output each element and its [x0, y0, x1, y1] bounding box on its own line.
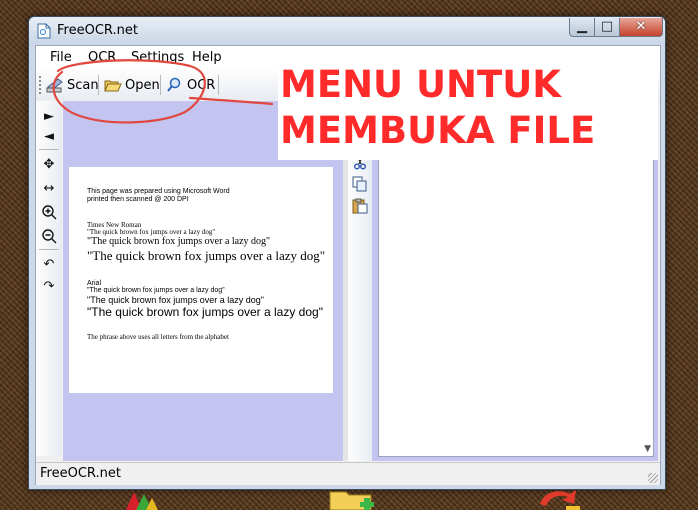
- open-label: Open: [125, 77, 160, 93]
- move-icon[interactable]: ✥: [40, 155, 58, 173]
- resize-grip[interactable]: [648, 473, 658, 483]
- close-icon: ✕: [635, 19, 647, 34]
- menu-file[interactable]: File: [50, 50, 72, 65]
- annotation-line-2: MEMBUKA FILE: [280, 109, 596, 152]
- paste-icon[interactable]: [351, 197, 369, 215]
- doc-line: This page was prepared using Microsoft W…: [87, 188, 230, 195]
- fit-width-icon[interactable]: ↔: [40, 179, 58, 197]
- doc-line: "The quick brown fox jumps over a lazy d…: [87, 305, 323, 319]
- doc-line: "The quick brown fox jumps over a lazy d…: [87, 228, 216, 236]
- open-button[interactable]: Open: [104, 75, 160, 95]
- arrow-right-icon[interactable]: ►: [40, 107, 58, 125]
- minimize-button[interactable]: ▁: [569, 18, 595, 37]
- annotation-text: MENU UNTUK MEMBUKA FILE: [280, 62, 595, 154]
- scan-button[interactable]: Scan: [46, 75, 99, 95]
- arrow-left-icon[interactable]: ◄: [40, 127, 58, 145]
- folder-open-icon: [104, 80, 122, 92]
- folder-shortcut-icon[interactable]: [326, 484, 380, 510]
- doc-line: The phrase above uses all letters from t…: [87, 333, 229, 341]
- scanner-icon: [46, 78, 63, 93]
- title-bar[interactable]: FreeOCR.net ▁ □ ✕: [29, 17, 665, 45]
- document-icon: [37, 23, 51, 39]
- menu-help[interactable]: Help: [192, 50, 222, 65]
- toolbar-grip[interactable]: [39, 76, 44, 94]
- toolbar-separator: [98, 75, 99, 95]
- ocr-button[interactable]: OCR: [166, 75, 215, 95]
- ocr-label: OCR: [187, 77, 216, 93]
- status-bar: FreeOCR.net: [36, 462, 660, 485]
- toolbar-separator: [39, 149, 59, 150]
- toolbar-separator: [39, 249, 59, 250]
- zoom-out-icon[interactable]: [40, 227, 58, 245]
- rotate-right-icon[interactable]: ↷: [40, 277, 58, 295]
- magnifier-icon: [167, 77, 181, 92]
- zoom-in-icon[interactable]: [40, 203, 58, 221]
- window-title: FreeOCR.net: [57, 23, 138, 38]
- refresh-shortcut-icon[interactable]: [536, 486, 586, 510]
- toolbar-separator: [218, 75, 219, 95]
- maximize-icon: □: [600, 19, 614, 34]
- close-button[interactable]: ✕: [619, 18, 663, 37]
- doc-line: "The quick brown fox jumps over a lazy d…: [87, 295, 264, 305]
- doc-line: "The quick brown fox jumps over a lazy d…: [87, 287, 225, 294]
- menu-ocr[interactable]: OCR: [88, 50, 116, 65]
- doc-line: Arial: [87, 280, 102, 287]
- doc-line: "The quick brown fox jumps over a lazy d…: [87, 248, 326, 263]
- copy-icon[interactable]: [351, 175, 369, 193]
- rotate-left-icon[interactable]: ↶: [40, 255, 58, 273]
- doc-line: "The quick brown fox jumps over a lazy d…: [87, 236, 271, 247]
- app-shortcut-icon[interactable]: [122, 488, 166, 510]
- doc-line: printed then scanned @ 200 DPI: [87, 196, 189, 203]
- minimize-icon: ▁: [577, 19, 587, 34]
- menu-settings[interactable]: Settings: [131, 50, 184, 65]
- scanned-page: This page was prepared using Microsoft W…: [69, 167, 333, 393]
- image-toolbar: ► ◄ ✥ ↔ ↶ ↷: [36, 101, 62, 456]
- maximize-button[interactable]: □: [594, 18, 620, 37]
- scroll-down-icon[interactable]: ▼: [644, 444, 651, 454]
- status-text: FreeOCR.net: [40, 466, 121, 481]
- annotation-box: MENU UNTUK MEMBUKA FILE: [278, 58, 658, 160]
- annotation-line-1: MENU UNTUK: [280, 63, 561, 106]
- scan-label: Scan: [67, 77, 99, 93]
- toolbar-separator: [160, 75, 161, 95]
